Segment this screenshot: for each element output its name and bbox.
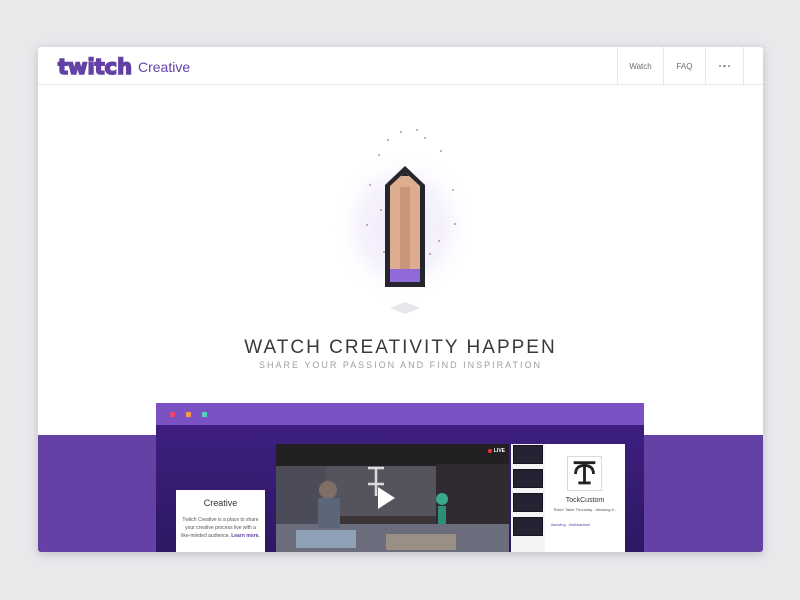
live-label: LIVE bbox=[493, 448, 505, 454]
thumbnail[interactable] bbox=[513, 517, 543, 536]
pencil-icon bbox=[385, 166, 425, 287]
creative-info-card: Creative Twitch Creative is a place to s… bbox=[176, 490, 265, 552]
site-header: twitch Creative Watch FAQ bbox=[38, 47, 763, 85]
browser-window: twitch Creative Watch FAQ WATCH CREATIVI… bbox=[38, 47, 763, 552]
channel-name[interactable]: TockCustom bbox=[545, 497, 625, 504]
pencil-illustration bbox=[331, 129, 475, 314]
window-dot-red bbox=[170, 412, 175, 417]
thumbnail[interactable] bbox=[513, 445, 543, 464]
top-nav: Watch FAQ bbox=[617, 47, 744, 85]
channel-description: Tinker Tailor Thursday - Allowing it... bbox=[553, 507, 617, 512]
nav-faq-link[interactable]: FAQ bbox=[664, 47, 706, 85]
thumbnail-rail bbox=[511, 444, 545, 552]
hero-subheadline: SHARE YOUR PASSION AND FIND INSPIRATION bbox=[258, 360, 543, 370]
nav-watch-link[interactable]: Watch bbox=[618, 47, 664, 85]
learn-more-link[interactable]: Learn more. bbox=[231, 533, 260, 539]
thumbnail[interactable] bbox=[513, 469, 543, 488]
card-title: Creative bbox=[203, 498, 238, 508]
card-text: Twitch Creative is a place to share your… bbox=[181, 516, 260, 540]
twitch-logo[interactable]: twitch bbox=[57, 54, 132, 79]
thumbnail[interactable] bbox=[513, 493, 543, 512]
nav-more-button[interactable] bbox=[706, 47, 744, 85]
live-badge: LIVE bbox=[487, 448, 505, 454]
video-player[interactable]: LIVE bbox=[276, 444, 509, 552]
channel-avatar[interactable] bbox=[567, 456, 602, 491]
window-dot-orange bbox=[186, 412, 191, 417]
more-dots-icon bbox=[718, 64, 731, 68]
brand-subtitle[interactable]: Creative bbox=[138, 59, 190, 75]
channel-profile-panel: TockCustom Tinker Tailor Thursday - Allo… bbox=[545, 444, 625, 552]
logo-wordmark: twitch bbox=[58, 55, 132, 79]
play-icon[interactable] bbox=[378, 487, 395, 509]
window-dot-teal bbox=[202, 412, 207, 417]
hero-headline: WATCH CREATIVITY HAPPEN bbox=[244, 337, 557, 358]
preview-window-bar bbox=[156, 403, 644, 425]
channel-tags[interactable]: #sewing #milwaukee bbox=[551, 522, 590, 527]
